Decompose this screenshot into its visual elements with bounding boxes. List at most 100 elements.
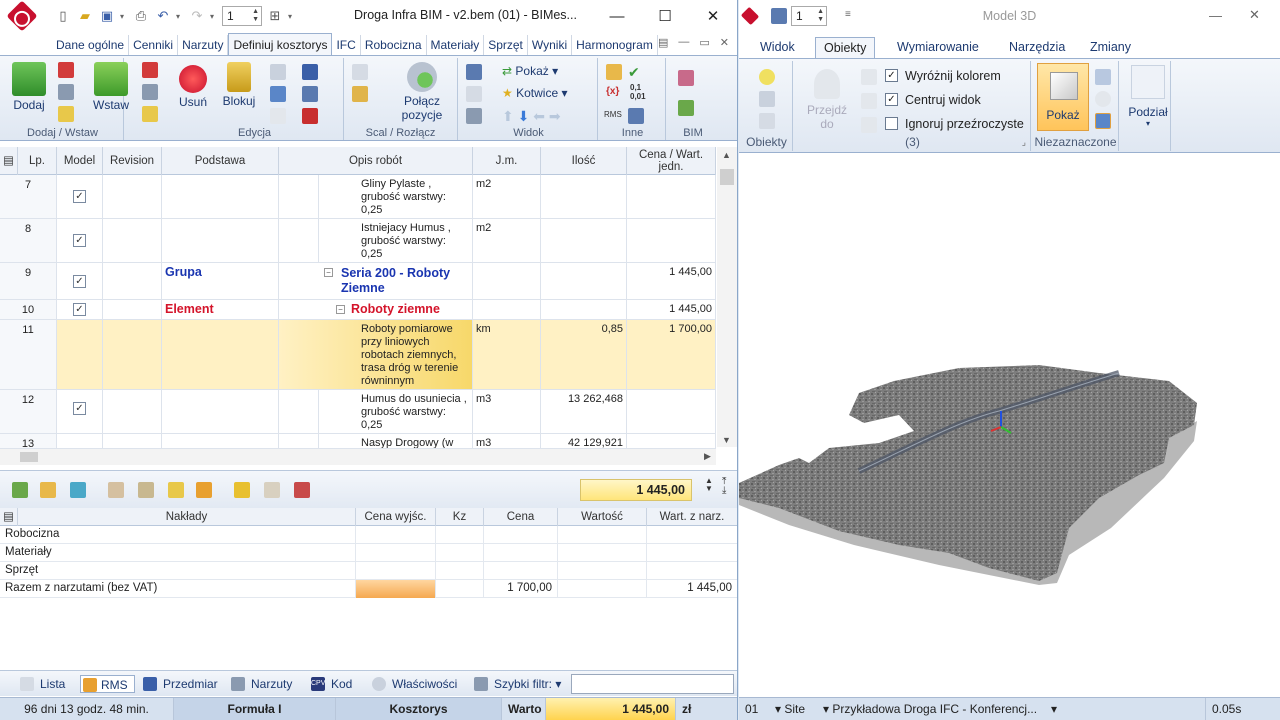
- wyroznij-kolorem-checkbox[interactable]: ✓ Wyróżnij kolorem: [885, 69, 1001, 83]
- model-checkbox[interactable]: ✓: [73, 234, 86, 247]
- dodaj-button[interactable]: Dodaj: [6, 60, 52, 112]
- nak-edit-icon[interactable]: [264, 482, 280, 498]
- col-wart-z-narz[interactable]: Wart. z narz.: [647, 508, 737, 526]
- prev-object-icon[interactable]: [861, 69, 877, 85]
- box-icon[interactable]: [1095, 69, 1111, 85]
- tab-harmonogram[interactable]: Harmonogram: [572, 35, 658, 55]
- arrow-right-icon[interactable]: ➡: [549, 108, 561, 124]
- tab-przedmiar[interactable]: Przedmiar: [143, 675, 218, 693]
- scroll-thumb[interactable]: [720, 169, 734, 185]
- tab-materialy[interactable]: Materiały: [427, 35, 485, 55]
- table-row[interactable]: 7 ✓ Gliny Pylaste , grubość warstwy: 0,2…: [0, 175, 716, 219]
- redo-dropdown-icon[interactable]: ▾: [210, 12, 218, 21]
- view-table-icon[interactable]: [466, 64, 482, 80]
- tab-narzuty-bottom[interactable]: Narzuty: [231, 675, 292, 693]
- rms-icon[interactable]: RMS: [604, 110, 622, 119]
- col-jm[interactable]: J.m.: [473, 147, 541, 175]
- table-row[interactable]: 12 ✓ Humus do usuniecia , grubość warstw…: [0, 390, 716, 434]
- tools-icon[interactable]: [466, 108, 482, 124]
- arrow-down-icon[interactable]: ⬇: [518, 108, 530, 124]
- ribbon-layout-icon[interactable]: ▤: [658, 36, 668, 49]
- copy-icon[interactable]: [270, 64, 286, 80]
- naklady-row[interactable]: Materiały: [0, 544, 737, 562]
- col-opis[interactable]: Opis robót: [279, 147, 473, 175]
- close-button[interactable]: ✕: [689, 0, 737, 32]
- arrow-left-icon[interactable]: ⬅: [533, 108, 545, 124]
- tab-rms[interactable]: RMS: [80, 675, 135, 693]
- tab-dane-ogolne[interactable]: Dane ogólne: [52, 35, 130, 55]
- col-cena[interactable]: Cena / Wart. jedn.: [627, 147, 716, 175]
- check-icon[interactable]: ✔: [628, 64, 644, 80]
- tab-obiekty[interactable]: Obiekty: [815, 37, 876, 58]
- search-icon[interactable]: [466, 86, 482, 102]
- naklady-row[interactable]: Sprzęt: [0, 562, 737, 580]
- qat-customize-icon[interactable]: ▾: [288, 12, 296, 21]
- tab-zmiany[interactable]: Zmiany: [1082, 37, 1139, 58]
- grid-menu-icon[interactable]: ▤: [0, 147, 18, 175]
- folder-icon[interactable]: [606, 64, 622, 80]
- tab-lista[interactable]: Lista: [20, 675, 65, 693]
- nak-folder-icon[interactable]: [40, 482, 56, 498]
- insert-gear-icon[interactable]: [142, 84, 158, 100]
- open-folder-icon[interactable]: ▰: [76, 7, 94, 25]
- transfer-icon[interactable]: [1095, 113, 1111, 129]
- insert-note-icon[interactable]: [142, 106, 158, 122]
- pokaz-button[interactable]: ⇄ Pokaż ▾: [502, 64, 558, 78]
- col-revision[interactable]: Revision: [103, 147, 162, 175]
- blank-doc-icon[interactable]: [270, 108, 286, 124]
- model-minimize-button[interactable]: —: [1209, 8, 1222, 23]
- quick-filter[interactable]: Szybki filtr: ▾: [474, 675, 561, 693]
- scroll-up-icon[interactable]: ▲: [722, 150, 731, 160]
- print-icon[interactable]: ⎙: [132, 7, 150, 25]
- scal-grid-icon[interactable]: [352, 64, 368, 80]
- save-dropdown-icon[interactable]: ▾: [120, 12, 128, 21]
- bim-model-icon[interactable]: [678, 70, 694, 86]
- table-row[interactable]: 13 Nasyp Drogowy (w m3 42 129,921: [0, 434, 716, 449]
- nak-swap-icon[interactable]: [234, 482, 250, 498]
- model-status-project-dropdown[interactable]: ▾ Przykładowa Droga IFC - Konferencj...: [817, 698, 1043, 720]
- model-status-site-dropdown[interactable]: ▾ Site: [769, 698, 811, 720]
- nak-flag-icon[interactable]: [196, 482, 212, 498]
- tab-wlasciwosci[interactable]: Właściwości: [372, 675, 457, 693]
- last-object-icon[interactable]: [861, 117, 877, 133]
- undo-icon[interactable]: ↶: [154, 7, 172, 25]
- maximize-button[interactable]: ☐: [641, 0, 689, 32]
- add-note-icon[interactable]: [58, 106, 74, 122]
- sphere-icon[interactable]: [1095, 91, 1111, 107]
- col-ilosc[interactable]: Ilość: [541, 147, 627, 175]
- bulb-icon[interactable]: [759, 69, 775, 85]
- decimal-icon[interactable]: 0,1 0,01: [630, 83, 646, 101]
- model-checkbox[interactable]: ✓: [73, 190, 86, 203]
- podzial-button[interactable]: Podział ▾: [1127, 65, 1169, 128]
- ignoruj-przezroczyste-checkbox[interactable]: Ignoruj przeźroczyste: [885, 117, 1024, 131]
- ribbon-close-icon[interactable]: ✕: [720, 36, 729, 49]
- ribbon-restore-icon[interactable]: ▭: [699, 36, 709, 49]
- tab-wyniki[interactable]: Wyniki: [528, 35, 573, 55]
- tab-robocizna[interactable]: Robocizna: [361, 35, 427, 55]
- model-checkbox[interactable]: ✓: [73, 402, 86, 415]
- col-cena-wyjsc[interactable]: Cena wyjśc.: [356, 508, 436, 526]
- add-gear-icon[interactable]: [58, 84, 74, 100]
- level-spinner[interactable]: 1 ▲ ▼: [222, 6, 262, 26]
- nak-list-icon[interactable]: [108, 482, 124, 498]
- mark-icon[interactable]: [302, 108, 318, 124]
- 3d-viewport[interactable]: [739, 153, 1280, 697]
- table-row-group[interactable]: 9 ✓ Grupa Seria 200 - Roboty Ziemne − 1 …: [0, 263, 716, 300]
- table-row[interactable]: 8 ✓ Istniejacy Humus , grubość warstwy: …: [0, 219, 716, 263]
- table-row-selected[interactable]: 11 Roboty pomiarowe przy liniowych robot…: [0, 320, 716, 390]
- refresh-object-icon[interactable]: [759, 113, 775, 129]
- scroll-down-icon[interactable]: ▼: [722, 435, 731, 445]
- ribbon-minimize-icon[interactable]: —: [678, 36, 689, 49]
- redo-icon[interactable]: ↷: [188, 7, 206, 25]
- status-mode[interactable]: Kosztorys: [336, 698, 502, 720]
- total-spin-icon[interactable]: ▲ ▼: [705, 477, 713, 493]
- tab-definiuj-kosztorys[interactable]: Definiuj kosztorys: [228, 33, 333, 55]
- add-red-icon[interactable]: [58, 62, 74, 78]
- polacz-pozycje-button[interactable]: Połącz pozycje: [392, 60, 452, 122]
- col-kz[interactable]: Kz: [436, 508, 484, 526]
- model-checkbox[interactable]: ✓: [73, 303, 86, 316]
- grid-horizontal-scrollbar[interactable]: ▶: [0, 449, 716, 465]
- model-status-level[interactable]: 01: [739, 698, 764, 720]
- zoom-object-icon[interactable]: [759, 91, 775, 107]
- tab-narzedzia[interactable]: Narzędzia: [1001, 37, 1073, 58]
